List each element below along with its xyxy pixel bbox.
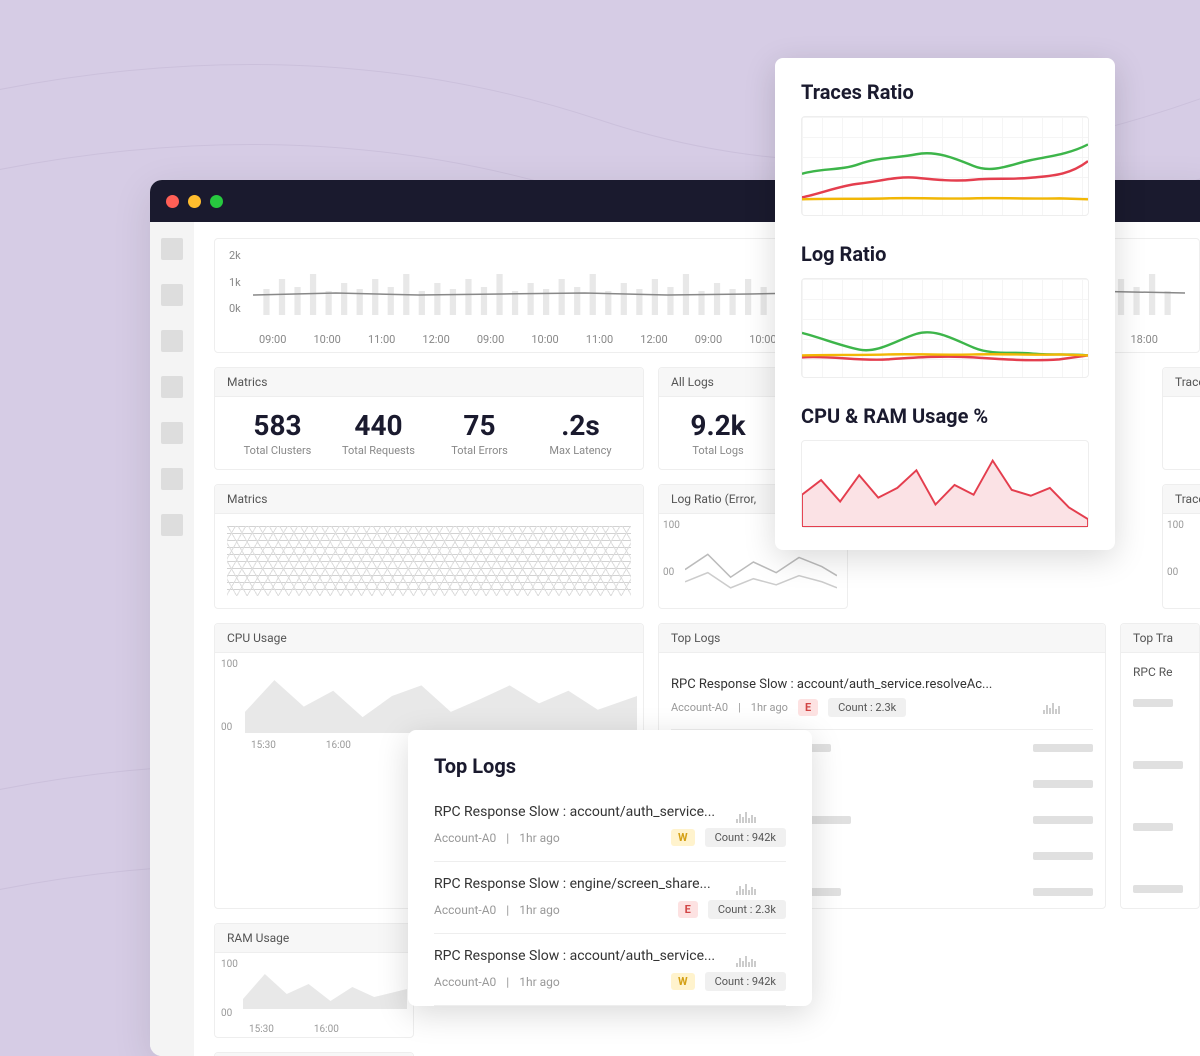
count-badge: Count : 942k xyxy=(705,972,786,991)
stat-total-requests: 440Total Requests xyxy=(328,409,429,457)
traces-ratio-section: Traces Ratio xyxy=(801,80,1089,216)
log-item[interactable]: RPC Response Slow : engine/screen_share.… xyxy=(434,862,786,934)
severity-badge: W xyxy=(671,829,695,846)
sidebar-item[interactable] xyxy=(161,468,183,490)
panel-header: Matrics xyxy=(215,368,643,397)
sidebar-item[interactable] xyxy=(161,284,183,306)
honeycomb-grid[interactable] xyxy=(227,526,631,596)
traces-panel: Traces 2. Total xyxy=(1162,367,1200,470)
log-account: Account-A0 xyxy=(434,903,496,917)
sparkline-icon xyxy=(736,876,786,890)
sidebar-item[interactable] xyxy=(161,376,183,398)
ram-usage-panel-1: RAM Usage 100 00 15:3016:00 xyxy=(214,923,414,1038)
sidebar-item[interactable] xyxy=(161,238,183,260)
log-account: Account-A0 xyxy=(434,831,496,845)
log-time: 1hr ago xyxy=(519,831,560,845)
sidebar-item[interactable] xyxy=(161,422,183,444)
ram-usage-panel-2: RAM Usage 100 00 xyxy=(214,1052,414,1056)
sidebar xyxy=(150,222,194,1056)
stat-max-latency: .2sMax Latency xyxy=(530,409,631,457)
log-item[interactable]: RPC Response Slow : account/auth_service… xyxy=(671,665,1093,730)
trace-ratio-mini: Trace Ra 10000 xyxy=(1162,484,1200,609)
log-title: RPC Response Slow : engine/screen_share.… xyxy=(434,876,786,892)
log-ratio-section: Log Ratio xyxy=(801,242,1089,378)
floating-top-logs-card: Top Logs RPC Response Slow : account/aut… xyxy=(408,730,812,1006)
hex-grid-panel: Matrics xyxy=(214,484,644,609)
all-logs-panel: All Logs 9.2k Total Logs xyxy=(658,367,778,470)
sparkline-icon xyxy=(736,948,786,962)
count-badge: Count : 2.3k xyxy=(708,900,786,919)
sparkline-icon xyxy=(1043,701,1093,715)
sparkline-icon xyxy=(736,804,786,818)
count-badge: Count : 942k xyxy=(705,828,786,847)
log-time: 1hr ago xyxy=(519,975,560,989)
log-item[interactable]: RPC Response Slow : account/auth_service… xyxy=(434,934,786,1006)
close-button[interactable] xyxy=(166,195,179,208)
log-title: RPC Response Slow : account/auth_service… xyxy=(434,948,786,964)
traces-ratio-chart[interactable] xyxy=(801,116,1089,216)
maximize-button[interactable] xyxy=(210,195,223,208)
cpu-ram-chart[interactable] xyxy=(801,440,1089,528)
sidebar-item[interactable] xyxy=(161,514,183,536)
metrics-panel: Matrics 583Total Clusters 440Total Reque… xyxy=(214,367,644,470)
cpu-ram-section: CPU & RAM Usage % xyxy=(801,404,1089,528)
floating-charts-card: Traces Ratio Log Ratio CPU & RAM Usage % xyxy=(775,58,1115,550)
log-title: RPC Response Slow : account/auth_service… xyxy=(434,804,786,820)
stat-total-clusters: 583Total Clusters xyxy=(227,409,328,457)
log-item[interactable]: RPC Response Slow : account/auth_service… xyxy=(434,790,786,862)
log-ratio-chart[interactable] xyxy=(801,278,1089,378)
stat-total-errors: 75Total Errors xyxy=(429,409,530,457)
log-time: 1hr ago xyxy=(519,903,560,917)
sidebar-item[interactable] xyxy=(161,330,183,352)
error-badge: E xyxy=(798,699,818,716)
log-account: Account-A0 xyxy=(434,975,496,989)
severity-badge: W xyxy=(671,973,695,990)
severity-badge: E xyxy=(678,901,698,918)
top-traces-panel: Top Tra RPC Re xyxy=(1120,623,1200,909)
y-axis-labels: 2k 1k 0k xyxy=(229,249,241,329)
minimize-button[interactable] xyxy=(188,195,201,208)
